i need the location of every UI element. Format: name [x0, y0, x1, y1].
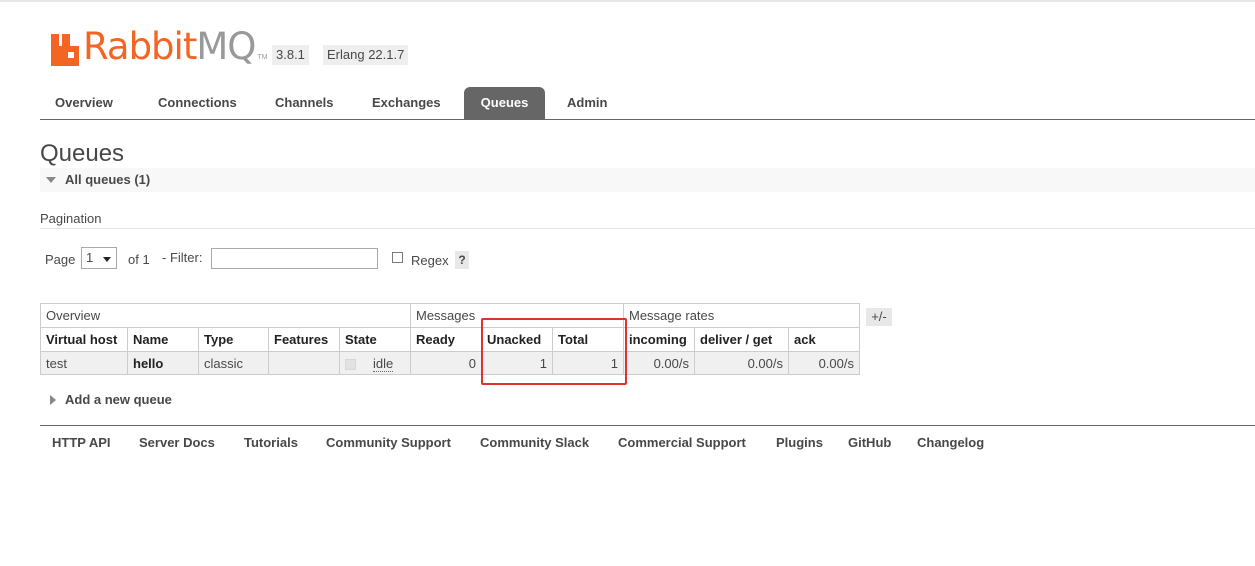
footer-link-commercial-support[interactable]: Commercial Support: [618, 435, 746, 450]
collapse-triangle-icon: [46, 177, 56, 183]
footer-link-github[interactable]: GitHub: [848, 435, 891, 450]
col-name[interactable]: Name: [127, 327, 199, 352]
toggle-columns-button[interactable]: +/-: [866, 308, 892, 326]
regex-label: Regex: [411, 253, 449, 268]
add-new-queue-toggle[interactable]: Add a new queue: [40, 390, 172, 410]
erlang-version-badge: Erlang 22.1.7: [323, 45, 409, 65]
col-ack[interactable]: ack: [788, 327, 860, 352]
regex-checkbox[interactable]: [392, 252, 403, 263]
queues-table: Overview Messages Message rates Virtual …: [40, 303, 860, 375]
table-row: test hello classic idle 0 1 1 0.00/s 0.0…: [40, 351, 860, 375]
divider: [40, 228, 1255, 229]
footer-link-server-docs[interactable]: Server Docs: [139, 435, 215, 450]
footer-link-tutorials[interactable]: Tutorials: [244, 435, 298, 450]
tab-admin[interactable]: Admin: [552, 87, 622, 119]
add-queue-label: Add a new queue: [65, 392, 172, 407]
col-ready[interactable]: Ready: [410, 327, 482, 352]
footer: HTTP API Server Docs Tutorials Community…: [40, 425, 1255, 460]
footer-link-changelog[interactable]: Changelog: [917, 435, 984, 450]
col-total[interactable]: Total: [552, 327, 624, 352]
page-select[interactable]: 1: [81, 247, 117, 269]
pagination-label: Pagination: [40, 211, 102, 226]
logo-text: RabbitMQ: [83, 25, 256, 68]
section-title: All queues (1): [65, 172, 151, 187]
col-state[interactable]: State: [339, 327, 411, 352]
page-title: Queues: [40, 140, 125, 167]
cell-ack: 0.00/s: [788, 351, 860, 375]
col-deliver-get[interactable]: deliver / get: [694, 327, 789, 352]
state-indicator-icon: [345, 358, 356, 370]
dropdown-caret-icon: [103, 257, 111, 262]
footer-link-community-slack[interactable]: Community Slack: [480, 435, 589, 450]
cell-total: 1: [552, 351, 624, 375]
filter-label: - Filter:: [162, 250, 203, 265]
col-features[interactable]: Features: [268, 327, 340, 352]
regex-help-button[interactable]: ?: [455, 251, 469, 269]
page-select-value: 1: [86, 250, 94, 265]
tab-overview[interactable]: Overview: [40, 87, 128, 119]
cell-state: idle: [339, 351, 411, 375]
group-header-messages: Messages: [410, 303, 624, 328]
footer-link-http-api[interactable]: HTTP API: [52, 435, 111, 450]
version-badge: 3.8.1: [272, 45, 309, 65]
all-queues-section-toggle[interactable]: All queues (1): [40, 168, 1255, 192]
page-label: Page: [45, 252, 76, 267]
footer-link-community-support[interactable]: Community Support: [326, 435, 451, 450]
tab-connections[interactable]: Connections: [143, 87, 252, 119]
tab-queues[interactable]: Queues: [464, 87, 545, 119]
col-unacked[interactable]: Unacked: [481, 327, 553, 352]
trademark: TM: [257, 54, 268, 61]
tab-exchanges[interactable]: Exchanges: [357, 87, 456, 119]
group-header-overview: Overview: [40, 303, 411, 328]
filter-input[interactable]: [211, 248, 378, 269]
cell-vhost: test: [40, 351, 128, 375]
expand-triangle-icon: [50, 395, 56, 405]
top-border: [0, 0, 1255, 2]
main-nav-tabs: Overview Connections Channels Exchanges …: [40, 87, 1255, 120]
cell-type: classic: [198, 351, 269, 375]
col-incoming[interactable]: incoming: [623, 327, 695, 352]
page-count-label: of 1: [128, 252, 150, 267]
rabbit-logo-icon: [51, 34, 79, 66]
cell-deliver-get: 0.00/s: [694, 351, 789, 375]
rabbitmq-logo[interactable]: RabbitMQ TM: [51, 26, 268, 66]
cell-ready: 0: [410, 351, 482, 375]
col-virtual-host[interactable]: Virtual host: [40, 327, 128, 352]
queue-name-link[interactable]: hello: [127, 351, 199, 375]
footer-link-plugins[interactable]: Plugins: [776, 435, 823, 450]
cell-features: [268, 351, 340, 375]
tab-channels[interactable]: Channels: [260, 87, 349, 119]
cell-unacked: 1: [481, 351, 553, 375]
group-header-message-rates: Message rates: [623, 303, 860, 328]
state-label: idle: [373, 355, 394, 372]
cell-incoming: 0.00/s: [623, 351, 695, 375]
col-type[interactable]: Type: [198, 327, 269, 352]
